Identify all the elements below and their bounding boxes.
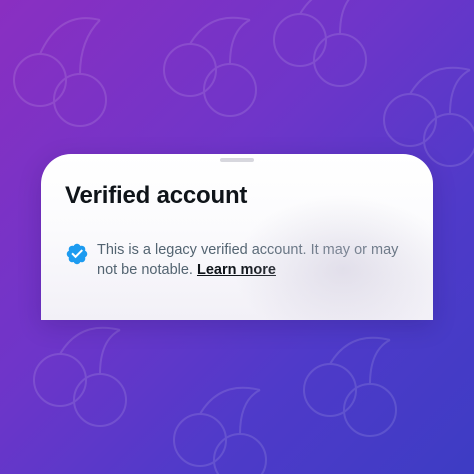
verified-account-sheet: Verified account This is a legacy verifi… [41, 154, 433, 320]
verified-badge-icon [66, 243, 88, 265]
learn-more-link[interactable]: Learn more [197, 262, 276, 278]
sheet-grabber-handle[interactable] [220, 158, 254, 162]
verification-description: This is a legacy verified account. It ma… [97, 240, 417, 280]
sheet-title: Verified account [65, 182, 248, 209]
